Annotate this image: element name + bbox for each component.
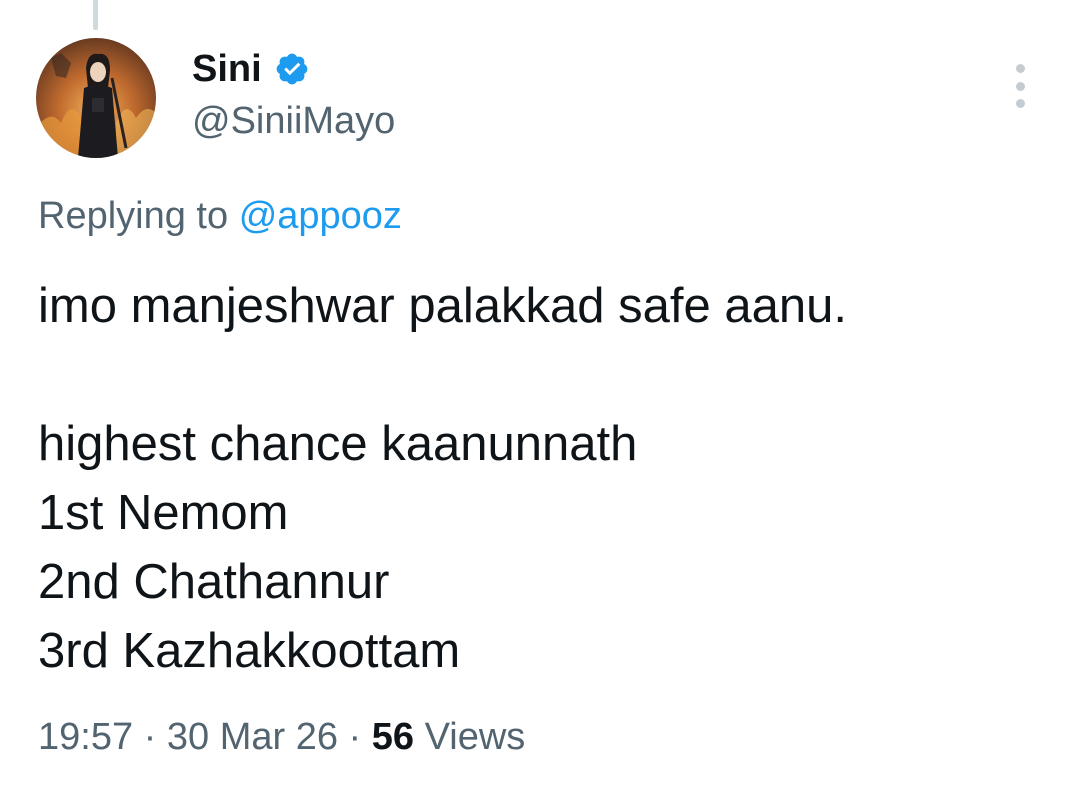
reply-mention-link[interactable]: @appooz [239, 195, 402, 237]
meta-separator: · [143, 716, 157, 758]
replying-to: Replying to @appooz [38, 190, 402, 242]
replying-prefix: Replying to [38, 195, 229, 237]
views-count[interactable]: 56 [372, 716, 414, 758]
tweet-meta: 19:57 · 30 Mar 26 · 56 Views [38, 710, 525, 764]
tweet-line: imo manjeshwar palakkad safe aanu. [38, 279, 847, 333]
more-options-icon[interactable] [1008, 64, 1032, 108]
tweet-line: 3rd Kazhakkoottam [38, 624, 461, 678]
tweet-line: highest chance kaanunnath [38, 417, 638, 471]
views-label[interactable]: Views [425, 716, 526, 758]
more-dot [1015, 99, 1025, 108]
avatar-image [36, 38, 156, 158]
avatar[interactable] [36, 38, 156, 158]
author-name-row: Sini [192, 46, 310, 92]
tweet-time[interactable]: 19:57 [38, 716, 133, 758]
tweet-text: imo manjeshwar palakkad safe aanu. highe… [38, 272, 847, 686]
author-handle[interactable]: @SiniiMayo [192, 96, 395, 146]
meta-separator: · [348, 716, 362, 758]
display-name[interactable]: Sini [192, 46, 262, 92]
tweet-line: 1st Nemom [38, 486, 289, 540]
tweet-date[interactable]: 30 Mar 26 [167, 716, 338, 758]
verified-badge-icon [276, 53, 308, 85]
more-dot [1015, 64, 1025, 73]
tweet-line: 2nd Chathannur [38, 555, 390, 609]
thread-connector-line [93, 0, 98, 30]
more-dot [1015, 81, 1025, 91]
